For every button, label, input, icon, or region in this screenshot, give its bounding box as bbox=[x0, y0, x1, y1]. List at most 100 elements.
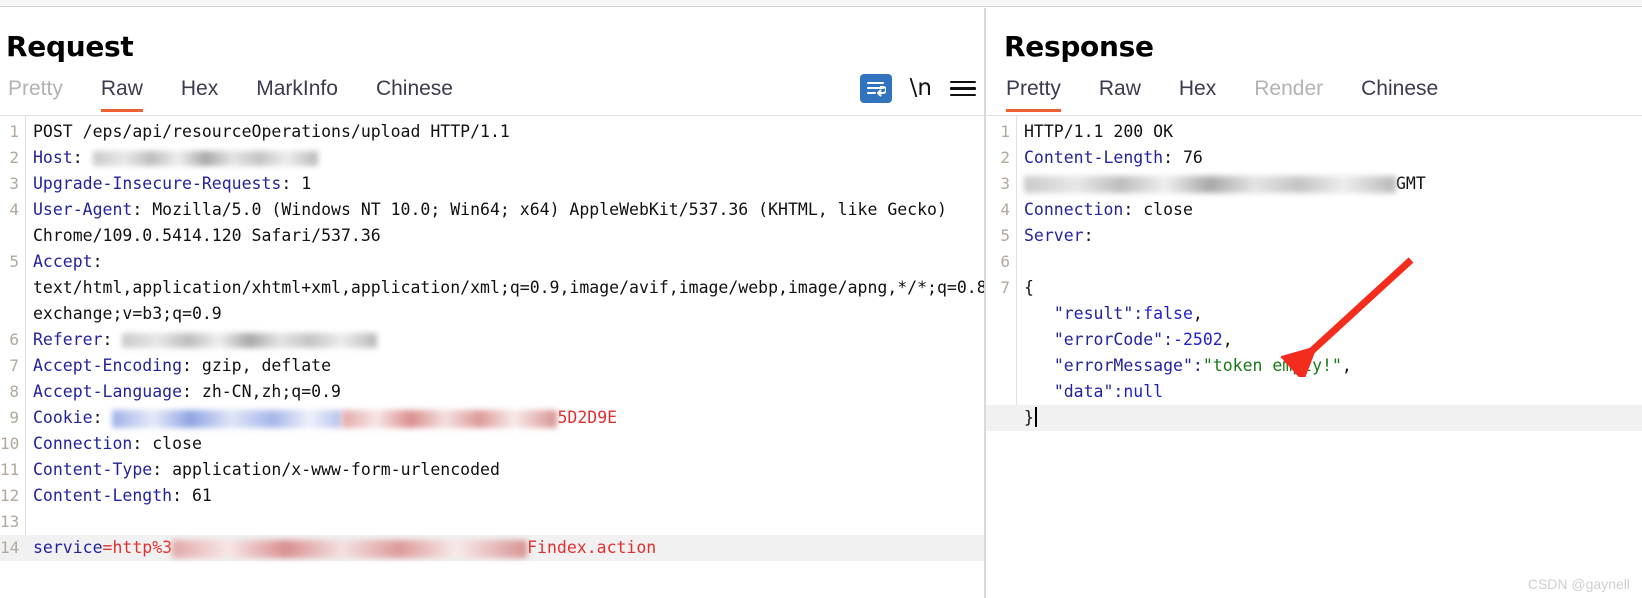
header-name: Host bbox=[33, 148, 73, 167]
line-number: 1 bbox=[9, 122, 19, 141]
header-name: Connection bbox=[33, 434, 133, 453]
text-cursor bbox=[1034, 407, 1037, 427]
redacted-date-header bbox=[1024, 176, 1396, 193]
tab-request-chinese[interactable]: Chinese bbox=[376, 76, 453, 112]
table-row[interactable]: 13 bbox=[0, 509, 984, 535]
line-content: Upgrade-Insecure-Requests: 1 bbox=[25, 171, 984, 197]
json-separator: : bbox=[1163, 330, 1174, 349]
header-name: Accept-Language bbox=[33, 382, 183, 401]
response-editor[interactable]: 1 HTTP/1.1 200 OK 2 Content-Length: 76 3… bbox=[986, 116, 1642, 431]
line-content: POST /eps/api/resourceOperations/upload … bbox=[33, 122, 510, 141]
response-panel-title: Response bbox=[1004, 30, 1154, 63]
line-content: Content-Type: application/x-www-form-url… bbox=[25, 457, 984, 483]
json-entry-result: "result":false, bbox=[1016, 301, 1642, 327]
tab-response-render[interactable]: Render bbox=[1254, 76, 1323, 112]
table-row[interactable]: 7 { bbox=[986, 275, 1642, 301]
tab-request-pretty[interactable]: Pretty bbox=[8, 76, 63, 112]
tab-response-raw[interactable]: Raw bbox=[1099, 76, 1141, 112]
tab-response-chinese[interactable]: Chinese bbox=[1361, 76, 1438, 112]
table-row[interactable]: "errorCode":-2502, bbox=[986, 327, 1642, 353]
line-number: 6 bbox=[9, 330, 19, 349]
table-row[interactable]: "result":false, bbox=[986, 301, 1642, 327]
line-content: Server: bbox=[1016, 223, 1642, 249]
header-name: Connection bbox=[1024, 200, 1124, 219]
json-separator: : bbox=[1192, 356, 1203, 375]
request-panel: Request Pretty Raw Hex MarkInfo Chinese bbox=[0, 8, 984, 598]
header-value: : 61 bbox=[172, 486, 212, 505]
table-row[interactable]: 6 Referer: bbox=[0, 327, 984, 353]
table-row[interactable]: 14 service=http%3 Findex.action bbox=[0, 535, 984, 561]
json-comma: , bbox=[1222, 330, 1233, 349]
line-content: User-Agent: Mozilla/5.0 (Windows NT 10.0… bbox=[25, 197, 984, 249]
line-number: 12 bbox=[0, 486, 20, 505]
table-row[interactable]: 11 Content-Type: application/x-www-form-… bbox=[0, 457, 984, 483]
line-number: 9 bbox=[9, 408, 19, 427]
line-number: 8 bbox=[9, 382, 19, 401]
table-row[interactable]: 4 User-Agent: Mozilla/5.0 (Windows NT 10… bbox=[0, 197, 984, 249]
response-panel: Response Pretty Raw Hex Render Chinese 1… bbox=[986, 8, 1642, 598]
json-close-brace-line: } bbox=[1016, 405, 1642, 431]
body-param-value-tail: Findex.action bbox=[527, 538, 657, 557]
tab-request-hex[interactable]: Hex bbox=[181, 76, 218, 112]
line-number: 7 bbox=[1000, 278, 1010, 297]
line-content bbox=[25, 509, 984, 535]
line-content: Referer: bbox=[25, 327, 984, 353]
line-number: 4 bbox=[9, 200, 19, 219]
json-value: -2502 bbox=[1173, 330, 1223, 349]
line-content: Host: bbox=[25, 145, 984, 171]
tab-request-markinfo[interactable]: MarkInfo bbox=[256, 76, 338, 112]
tab-response-pretty[interactable]: Pretty bbox=[1006, 76, 1061, 112]
json-entry-errorcode: "errorCode":-2502, bbox=[1016, 327, 1642, 353]
tab-response-hex[interactable]: Hex bbox=[1179, 76, 1216, 112]
table-row[interactable]: 1 HTTP/1.1 200 OK bbox=[986, 119, 1642, 145]
table-row[interactable]: 3 GMT bbox=[986, 171, 1642, 197]
table-row[interactable]: "data":null bbox=[986, 379, 1642, 405]
line-number: 1 bbox=[1000, 122, 1010, 141]
header-name: User-Agent bbox=[33, 200, 133, 219]
json-key: "result" bbox=[1053, 304, 1134, 323]
json-key: "errorCode" bbox=[1053, 330, 1164, 349]
response-tabs: Pretty Raw Hex Render Chinese bbox=[1006, 76, 1476, 112]
header-name: Accept bbox=[33, 252, 93, 271]
header-name: Content-Length bbox=[1024, 148, 1164, 167]
line-number: 4 bbox=[1000, 200, 1010, 219]
table-row[interactable]: 8 Accept-Language: zh-CN,zh;q=0.9 bbox=[0, 379, 984, 405]
table-row[interactable]: "errorMessage":"token empty!", bbox=[986, 353, 1642, 379]
line-content: Cookie: 5D2D9E bbox=[25, 405, 984, 431]
request-tabs: Pretty Raw Hex MarkInfo Chinese bbox=[8, 76, 491, 112]
table-row[interactable]: 9 Cookie: 5D2D9E bbox=[0, 405, 984, 431]
header-name: Referer bbox=[33, 330, 103, 349]
table-row[interactable]: 2 Content-Length: 76 bbox=[986, 145, 1642, 171]
table-row[interactable]: 4 Connection: close bbox=[986, 197, 1642, 223]
body-param-name: service bbox=[33, 538, 103, 557]
request-editor[interactable]: 1 POST /eps/api/resourceOperations/uploa… bbox=[0, 116, 984, 561]
header-value: : Mozilla/5.0 (Windows NT 10.0; Win64; x… bbox=[33, 200, 957, 245]
table-row[interactable]: 7 Accept-Encoding: gzip, deflate bbox=[0, 353, 984, 379]
table-row[interactable]: 5 Server: bbox=[986, 223, 1642, 249]
table-row[interactable]: 10 Connection: close bbox=[0, 431, 984, 457]
table-row[interactable]: } bbox=[986, 405, 1642, 431]
header-name: Server bbox=[1024, 226, 1084, 245]
line-number bbox=[986, 353, 1016, 379]
line-number: 10 bbox=[0, 434, 20, 453]
table-row[interactable]: 3 Upgrade-Insecure-Requests: 1 bbox=[0, 171, 984, 197]
line-number: 14 bbox=[0, 538, 20, 557]
line-number bbox=[986, 301, 1016, 327]
table-row[interactable]: 5 Accept: text/html,application/xhtml+xm… bbox=[0, 249, 984, 327]
table-row[interactable]: 2 Host: bbox=[0, 145, 984, 171]
newline-toggle-button[interactable]: \n bbox=[908, 77, 934, 100]
json-comma: , bbox=[1341, 356, 1352, 375]
header-name: Content-Type bbox=[33, 460, 153, 479]
redacted-referer-value bbox=[122, 333, 378, 348]
cookie-tail-value: 5D2D9E bbox=[557, 408, 618, 427]
line-content bbox=[1016, 249, 1642, 275]
table-row[interactable]: 1 POST /eps/api/resourceOperations/uploa… bbox=[0, 119, 984, 145]
table-row[interactable]: 12 Content-Length: 61 bbox=[0, 483, 984, 509]
json-key: "errorMessage" bbox=[1053, 356, 1193, 375]
table-row[interactable]: 6 bbox=[986, 249, 1642, 275]
line-number bbox=[986, 379, 1016, 405]
tab-request-raw[interactable]: Raw bbox=[100, 76, 143, 112]
word-wrap-icon[interactable] bbox=[859, 74, 892, 103]
json-separator: : bbox=[1113, 382, 1124, 401]
hamburger-menu-icon[interactable] bbox=[950, 78, 976, 100]
